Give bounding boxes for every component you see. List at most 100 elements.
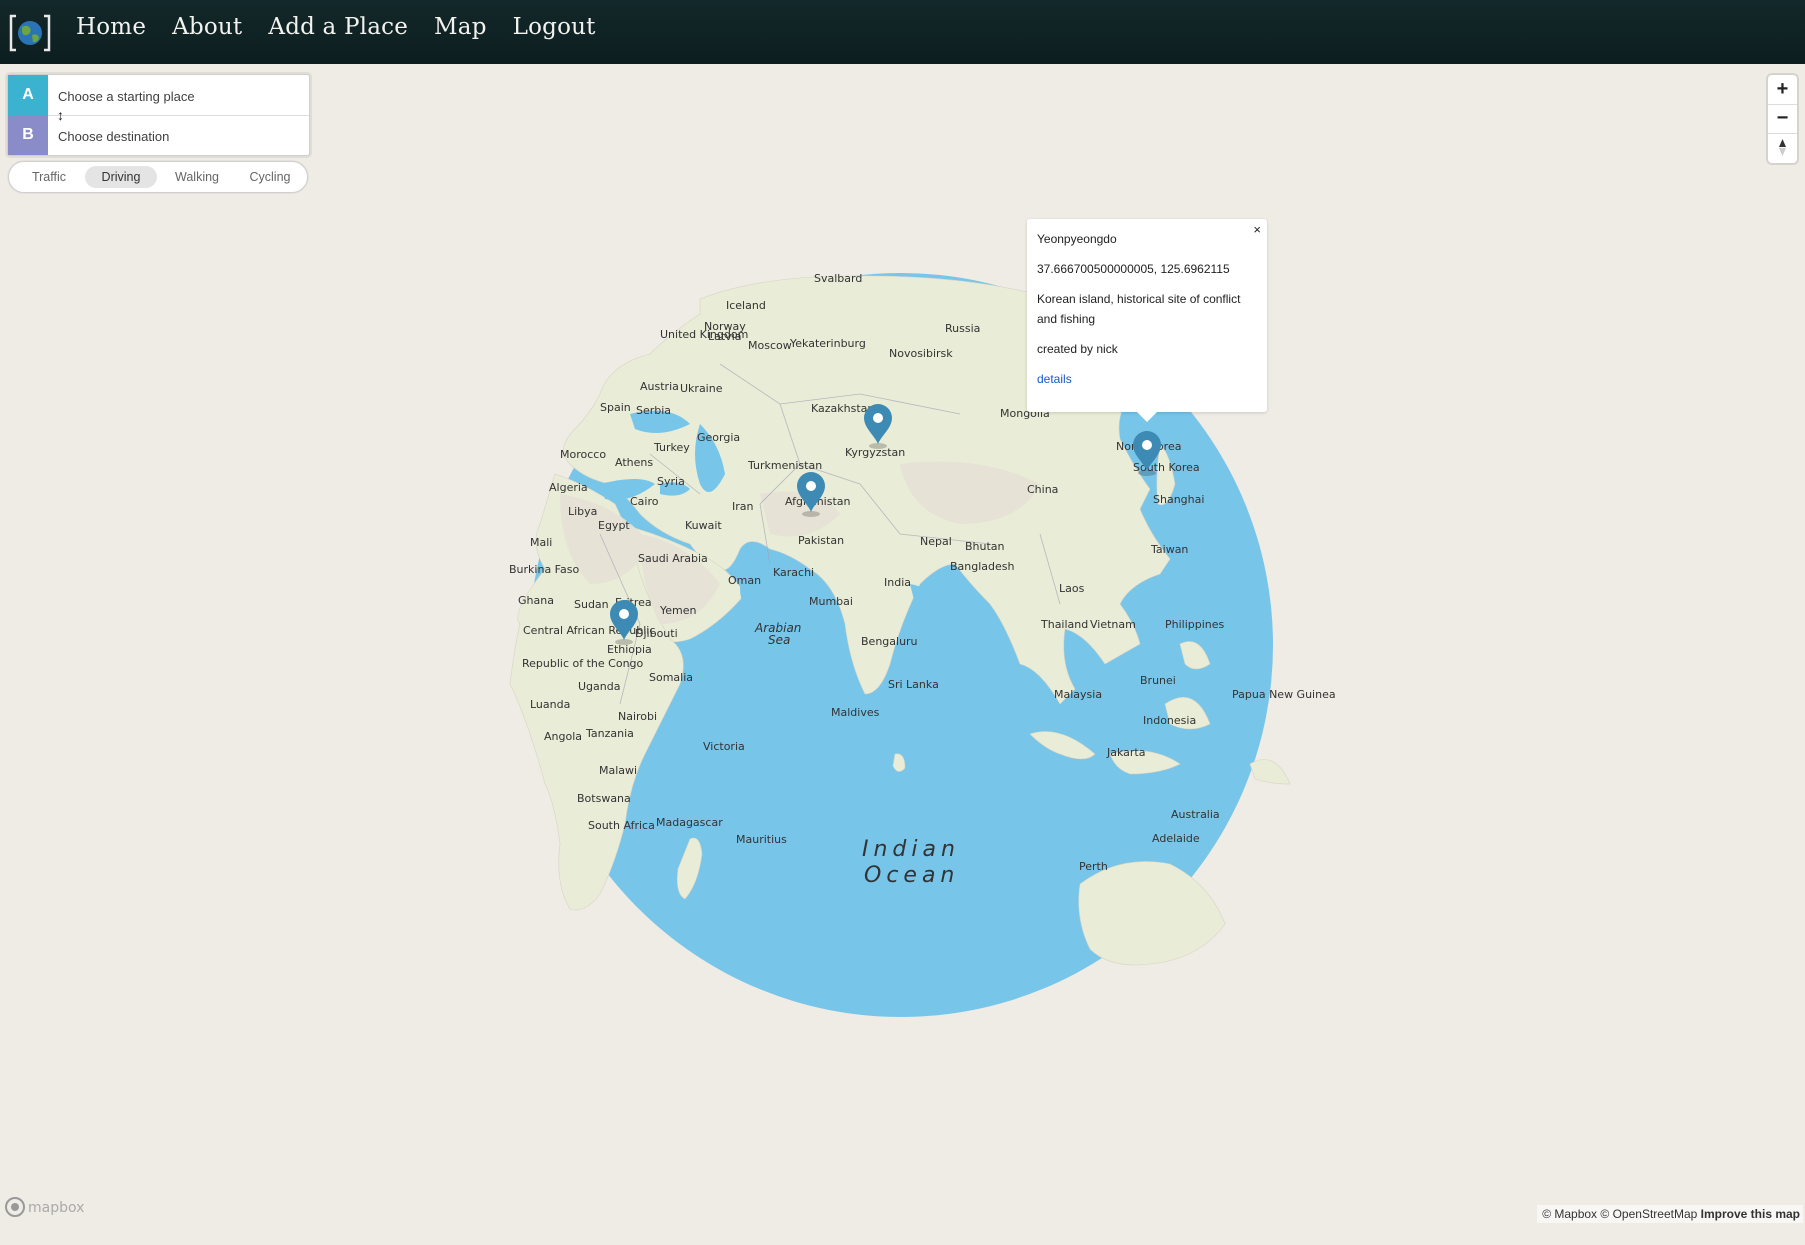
nav-add-place-link[interactable]: Add a Place bbox=[268, 14, 408, 40]
origin-input[interactable] bbox=[56, 83, 300, 109]
label-madagascar: Madagascar bbox=[656, 816, 723, 829]
routing-profile-selector: Traffic Driving Walking Cycling bbox=[8, 161, 308, 193]
profile-traffic-option[interactable]: Traffic bbox=[17, 166, 81, 188]
label-yemen: Yemen bbox=[659, 604, 697, 617]
label-turkmenistan: Turkmenistan bbox=[747, 459, 822, 472]
compass-button[interactable] bbox=[1768, 133, 1797, 162]
label-sri-lanka: Sri Lanka bbox=[888, 678, 939, 691]
attribution-mapbox-link[interactable]: © Mapbox bbox=[1542, 1207, 1597, 1221]
label-mumbai: Mumbai bbox=[809, 595, 853, 608]
origin-badge: A bbox=[8, 75, 48, 115]
label-botswana: Botswana bbox=[577, 792, 631, 805]
label-sudan: Sudan bbox=[574, 598, 609, 611]
zoom-in-button[interactable]: + bbox=[1768, 75, 1797, 105]
label-arabian-sea-2: Sea bbox=[768, 633, 790, 647]
label-republic-of-the-congo: Republic of the Congo bbox=[522, 657, 644, 670]
popup-coordinates: 37.666700500000005, 125.6962115 bbox=[1037, 262, 1230, 276]
popup-close-button[interactable]: × bbox=[1253, 223, 1261, 237]
place-popup: × Yeonpyeongdo 37.666700500000005, 125.6… bbox=[1027, 219, 1267, 422]
label-taiwan: Taiwan bbox=[1150, 543, 1188, 556]
globe-map[interactable]: Svalbard Iceland Norway United Kingdom L… bbox=[0, 64, 1805, 1245]
map-navigation-control: + − bbox=[1768, 75, 1797, 163]
label-egypt: Egypt bbox=[598, 519, 630, 532]
label-philippines: Philippines bbox=[1165, 618, 1225, 631]
label-pakistan: Pakistan bbox=[798, 534, 844, 547]
profile-walking-option[interactable]: Walking bbox=[163, 166, 231, 188]
label-ethiopia: Ethiopia bbox=[607, 643, 652, 656]
label-angola: Angola bbox=[544, 730, 582, 743]
label-morocco: Morocco bbox=[560, 448, 606, 461]
label-uganda: Uganda bbox=[578, 680, 620, 693]
label-luanda: Luanda bbox=[530, 698, 570, 711]
zoom-out-button[interactable]: − bbox=[1768, 104, 1797, 134]
label-indian-ocean-1: Indian bbox=[862, 837, 960, 862]
label-ghana: Ghana bbox=[518, 594, 554, 607]
label-somalia: Somalia bbox=[649, 671, 693, 684]
improve-map-link[interactable]: Improve this map bbox=[1701, 1207, 1800, 1221]
label-perth: Perth bbox=[1079, 860, 1108, 873]
label-austria: Austria bbox=[640, 380, 679, 393]
nav-map-link[interactable]: Map bbox=[434, 14, 487, 40]
directions-panel: A ↕ B bbox=[7, 74, 310, 156]
label-mali: Mali bbox=[530, 536, 552, 549]
label-iceland: Iceland bbox=[726, 299, 766, 312]
label-svalbard: Svalbard bbox=[814, 272, 862, 285]
nav-logout-link[interactable]: Logout bbox=[513, 14, 596, 40]
label-malaysia: Malaysia bbox=[1054, 688, 1102, 701]
label-papua-new-guinea: Papua New Guinea bbox=[1232, 688, 1336, 701]
label-indonesia: Indonesia bbox=[1143, 714, 1196, 727]
label-latvia: Latvia bbox=[708, 330, 742, 343]
label-novosibirsk: Novosibirsk bbox=[889, 347, 953, 360]
label-djibouti: Djibouti bbox=[635, 627, 678, 640]
label-saudi-arabia: Saudi Arabia bbox=[638, 552, 708, 565]
label-athens: Athens bbox=[615, 456, 653, 469]
label-turkey: Turkey bbox=[653, 441, 690, 454]
globe-logo-icon[interactable] bbox=[8, 13, 52, 53]
map-canvas[interactable]: Svalbard Iceland Norway United Kingdom L… bbox=[0, 64, 1805, 1245]
label-adelaide: Adelaide bbox=[1152, 832, 1200, 845]
label-mauritius: Mauritius bbox=[736, 833, 787, 846]
top-navbar: Home About Add a Place Map Logout bbox=[0, 0, 1805, 64]
label-india: India bbox=[884, 576, 911, 589]
label-laos: Laos bbox=[1059, 582, 1085, 595]
profile-driving-option[interactable]: Driving bbox=[85, 166, 157, 188]
label-indian-ocean-2: Ocean bbox=[864, 863, 959, 888]
label-bangladesh: Bangladesh bbox=[950, 560, 1015, 573]
mapbox-logo-icon[interactable]: mapbox bbox=[4, 1196, 94, 1218]
label-thailand: Thailand bbox=[1040, 618, 1088, 631]
label-nairobi: Nairobi bbox=[618, 710, 657, 723]
label-kuwait: Kuwait bbox=[685, 519, 722, 532]
label-brunei: Brunei bbox=[1140, 674, 1176, 687]
label-yekaterinburg: Yekaterinburg bbox=[789, 337, 866, 350]
label-moscow: Moscow bbox=[748, 339, 792, 352]
label-serbia: Serbia bbox=[636, 404, 671, 417]
label-cairo: Cairo bbox=[630, 495, 659, 508]
destination-row: B bbox=[8, 115, 309, 155]
nav-home-link[interactable]: Home bbox=[76, 14, 146, 40]
label-maldives: Maldives bbox=[831, 706, 880, 719]
label-jakarta: Jakarta bbox=[1106, 746, 1145, 759]
popup-description: Korean island, historical site of confli… bbox=[1037, 292, 1241, 326]
label-shanghai: Shanghai bbox=[1153, 493, 1204, 506]
nav-links: Home About Add a Place Map Logout bbox=[76, 14, 596, 40]
popup-details-link[interactable]: details bbox=[1037, 372, 1072, 386]
destination-input[interactable] bbox=[56, 123, 300, 149]
popup-title: Yeonpyeongdo bbox=[1037, 232, 1117, 246]
compass-icon bbox=[1779, 139, 1786, 156]
label-kazakhstan: Kazakhstan bbox=[811, 402, 874, 415]
label-vietnam: Vietnam bbox=[1090, 618, 1136, 631]
label-bhutan: Bhutan bbox=[965, 540, 1005, 553]
origin-row: A bbox=[8, 75, 309, 116]
label-syria: Syria bbox=[657, 475, 685, 488]
attribution-osm-link[interactable]: © OpenStreetMap bbox=[1600, 1207, 1697, 1221]
label-bengaluru: Bengaluru bbox=[861, 635, 918, 648]
ocean-label: Indian Ocean bbox=[862, 837, 960, 888]
nav-about-link[interactable]: About bbox=[172, 14, 242, 40]
label-victoria: Victoria bbox=[703, 740, 745, 753]
popup-tip bbox=[1137, 412, 1157, 422]
label-south-africa: South Africa bbox=[588, 819, 655, 832]
label-spain: Spain bbox=[600, 401, 631, 414]
popup-creator: created by nick bbox=[1037, 342, 1118, 356]
label-algeria: Algeria bbox=[549, 481, 588, 494]
profile-cycling-option[interactable]: Cycling bbox=[237, 166, 303, 188]
